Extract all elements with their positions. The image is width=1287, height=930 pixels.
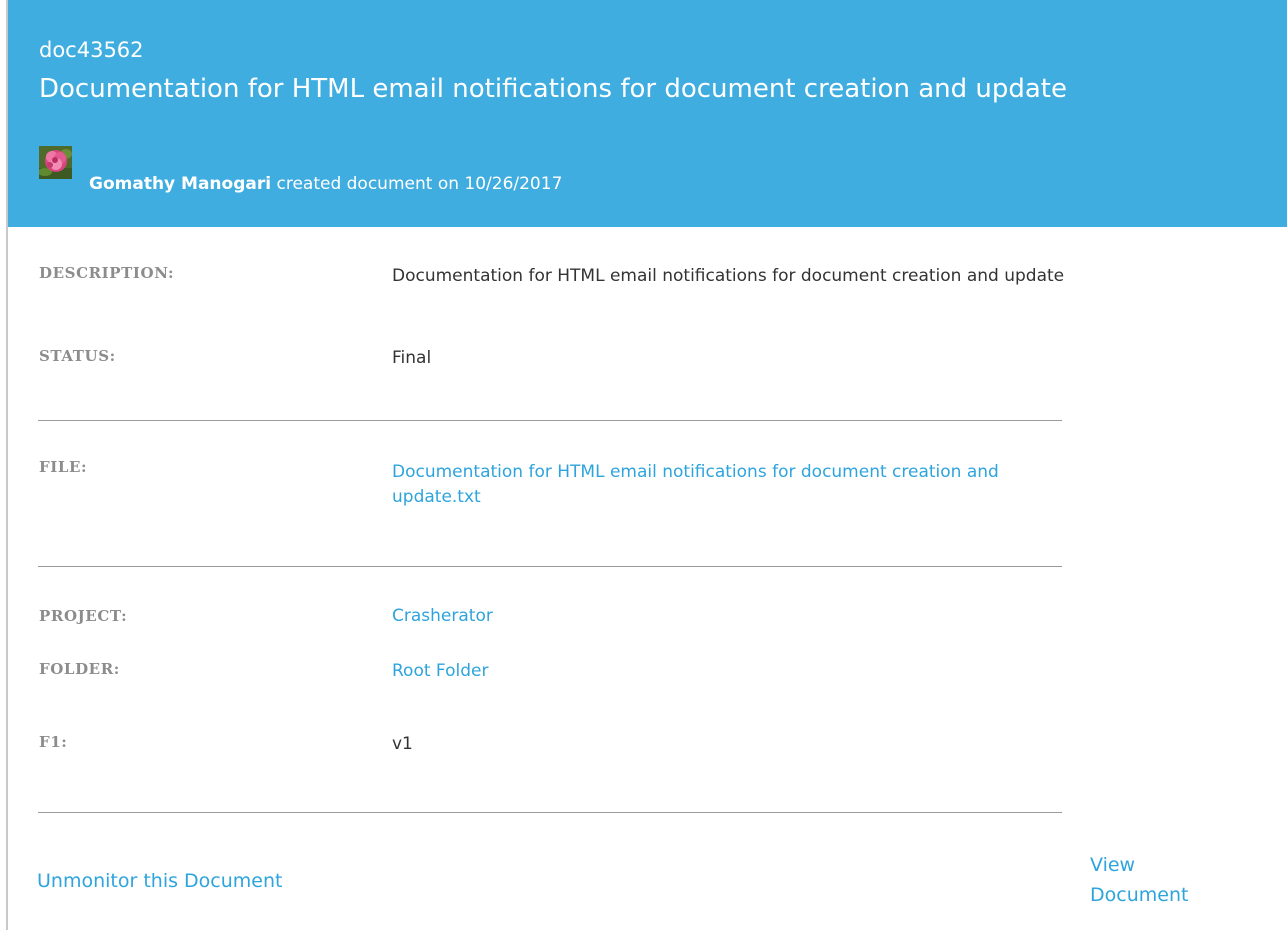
notification-header: doc43562 Documentation for HTML email no… <box>8 0 1287 227</box>
f1-label: F1: <box>39 733 68 751</box>
rose-avatar-icon <box>39 146 72 179</box>
status-value: Final <box>392 348 432 368</box>
author-avatar <box>39 146 72 179</box>
file-label: FILE: <box>39 458 88 476</box>
project-link[interactable]: Crasherator <box>392 604 1092 629</box>
folder-label: FOLDER: <box>39 660 120 678</box>
view-document-link[interactable]: View Document <box>1090 850 1188 910</box>
divider <box>38 566 1062 567</box>
file-link[interactable]: Documentation for HTML email notificatio… <box>392 460 1092 510</box>
status-label: STATUS: <box>39 347 116 365</box>
notification-card: doc43562 Documentation for HTML email no… <box>6 0 1287 930</box>
document-title: Documentation for HTML email notificatio… <box>39 74 1067 104</box>
byline-action: created document on 10/26/2017 <box>276 174 563 194</box>
description-value: Documentation for HTML email notificatio… <box>392 266 1065 286</box>
description-label: DESCRIPTION: <box>39 264 175 282</box>
folder-link[interactable]: Root Folder <box>392 659 1092 684</box>
view-document-link-line2: Document <box>1090 884 1189 906</box>
view-document-link-line1: View <box>1090 854 1136 876</box>
byline: Gomathy Manogari created document on 10/… <box>89 172 562 196</box>
author-name: Gomathy Manogari <box>89 174 272 194</box>
divider <box>38 812 1062 813</box>
divider <box>38 420 1062 421</box>
project-label: PROJECT: <box>39 607 128 625</box>
document-id: doc43562 <box>39 38 144 62</box>
f1-value: v1 <box>392 734 413 754</box>
unmonitor-document-link[interactable]: Unmonitor this Document <box>37 868 282 895</box>
